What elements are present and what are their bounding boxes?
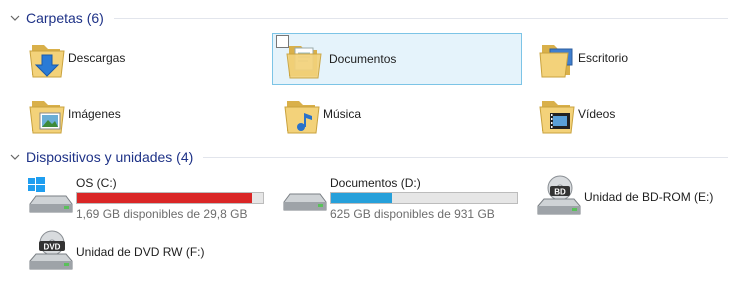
drive-name: OS (C:) bbox=[76, 176, 117, 190]
videos-folder-icon bbox=[534, 91, 582, 139]
desktop-folder-icon bbox=[534, 35, 582, 83]
folder-item-musica[interactable]: Música bbox=[263, 89, 513, 141]
folder-label: Vídeos bbox=[578, 107, 616, 121]
drive-free-space: 625 GB disponibles de 931 GB bbox=[330, 207, 495, 221]
folder-item-documentos[interactable]: Documentos bbox=[272, 33, 522, 85]
hard-drive-icon bbox=[278, 174, 328, 222]
drives-group-header[interactable]: Dispositivos y unidades (4) bbox=[8, 147, 728, 167]
drive-badge: BD bbox=[554, 188, 566, 197]
divider bbox=[203, 156, 728, 158]
drives-group-title: Dispositivos y unidades (4) bbox=[26, 149, 194, 165]
folder-label: Imágenes bbox=[68, 107, 121, 121]
folders-group-header[interactable]: Carpetas (6) bbox=[8, 8, 728, 28]
folder-label: Escritorio bbox=[578, 51, 629, 65]
drive-usage-fill bbox=[77, 193, 253, 203]
divider bbox=[113, 17, 728, 19]
folder-label: Documentos bbox=[329, 52, 397, 66]
drive-item-d[interactable]: Documentos (D:) 625 GB disponibles de 93… bbox=[270, 172, 520, 224]
folders-group-title: Carpetas (6) bbox=[26, 10, 104, 26]
folder-item-videos[interactable]: Vídeos bbox=[518, 89, 736, 141]
documents-folder-icon bbox=[281, 36, 329, 84]
drive-badge: DVD bbox=[44, 243, 61, 252]
bd-drive-icon: BD bbox=[532, 174, 582, 222]
folder-label: Descargas bbox=[68, 51, 126, 65]
drive-name: Unidad de DVD RW (F:) bbox=[76, 245, 205, 259]
dvd-drive-icon: DVD bbox=[24, 229, 74, 277]
drive-name: Documentos (D:) bbox=[330, 176, 421, 190]
chevron-down-icon[interactable] bbox=[8, 11, 22, 25]
drive-item-f[interactable]: DVD Unidad de DVD RW (F:) bbox=[16, 227, 266, 279]
folder-item-escritorio[interactable]: Escritorio bbox=[518, 33, 736, 85]
windows-drive-icon bbox=[24, 174, 74, 222]
pictures-folder-icon bbox=[24, 91, 72, 139]
folder-item-imagenes[interactable]: Imágenes bbox=[8, 89, 258, 141]
downloads-folder-icon bbox=[24, 35, 72, 83]
drive-usage-fill bbox=[331, 193, 393, 203]
drive-usage-bar bbox=[330, 192, 518, 204]
drive-item-c[interactable]: OS (C:) 1,69 GB disponibles de 29,8 GB bbox=[16, 172, 266, 224]
drive-name: Unidad de BD-ROM (E:) bbox=[584, 190, 714, 204]
drive-usage-bar bbox=[76, 192, 264, 204]
music-folder-icon bbox=[279, 91, 327, 139]
folder-item-descargas[interactable]: Descargas bbox=[8, 33, 258, 85]
drive-item-e[interactable]: BD Unidad de BD-ROM (E:) bbox=[524, 172, 736, 224]
folder-label: Música bbox=[323, 107, 362, 121]
drive-free-space: 1,69 GB disponibles de 29,8 GB bbox=[76, 207, 248, 221]
chevron-down-icon[interactable] bbox=[8, 150, 22, 164]
